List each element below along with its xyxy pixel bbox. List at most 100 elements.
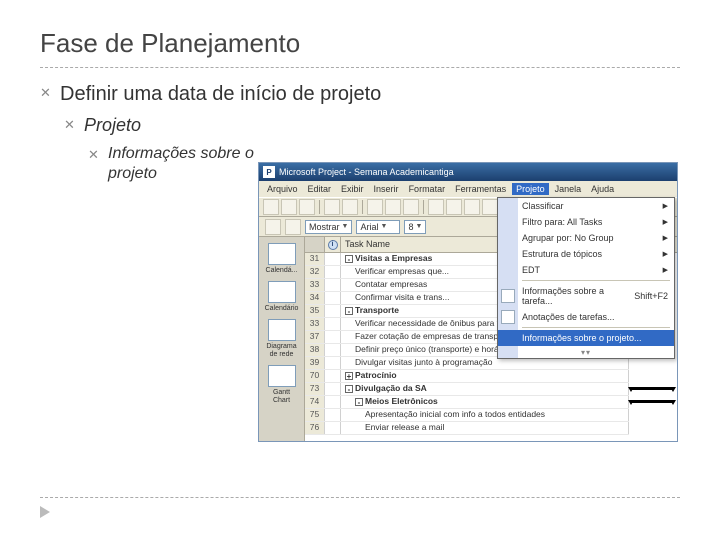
view-label: Gantt Chart: [265, 389, 299, 405]
cell-indicator: [325, 279, 341, 291]
cell-task-name[interactable]: Enviar release a mail: [341, 422, 629, 434]
menu-item[interactable]: Anotações de tarefas...: [498, 309, 674, 325]
submenu-arrow-icon: ▶: [663, 234, 668, 242]
cell-indicator: [325, 266, 341, 278]
view-bar[interactable]: Calendá... Calendário Diagrama de rede Gant…: [259, 237, 305, 441]
menu-item-label: Agrupar por: No Group: [522, 233, 614, 243]
projeto-menu-dropdown[interactable]: Classificar▶Filtro para: All Tasks▶Agrup…: [497, 197, 675, 359]
view-icon: [268, 319, 296, 341]
slide-title: Fase de Planejamento: [40, 28, 680, 59]
toolbar-btn[interactable]: [446, 199, 462, 215]
cell-id: 31: [305, 253, 325, 265]
show-combo[interactable]: Mostrar▼: [305, 220, 352, 234]
footer-divider: [40, 497, 680, 498]
menu-janela[interactable]: Janela: [551, 183, 586, 195]
toolbar-btn[interactable]: [403, 199, 419, 215]
cell-task-name[interactable]: +Patrocínio: [341, 370, 629, 382]
cell-indicator: [325, 253, 341, 265]
toolbar-btn[interactable]: [263, 199, 279, 215]
cell-task-name[interactable]: -Divulgação da SA: [341, 383, 629, 395]
menu-formatar[interactable]: Formatar: [405, 183, 450, 195]
outline-toggle-icon[interactable]: -: [355, 398, 363, 406]
toolbar-btn[interactable]: [385, 199, 401, 215]
toolbar-btn[interactable]: [428, 199, 444, 215]
fontsize-combo[interactable]: 8▼: [404, 220, 426, 234]
corner-triangle-icon: [40, 506, 50, 518]
toolbar-btn[interactable]: [464, 199, 480, 215]
toolbar-btn[interactable]: [482, 199, 498, 215]
col-indicator[interactable]: i: [325, 237, 341, 252]
col-id[interactable]: [305, 237, 325, 252]
table-row[interactable]: 70+Patrocínio: [305, 370, 629, 383]
menu-item[interactable]: Estrutura de tópicos▶: [498, 246, 674, 262]
view-button[interactable]: Calendá...: [265, 243, 299, 275]
font-combo[interactable]: Arial▼: [356, 220, 400, 234]
menu-exibir[interactable]: Exibir: [337, 183, 368, 195]
submenu-arrow-icon: ▶: [663, 202, 668, 210]
table-row[interactable]: 75Apresentação inicial com info a todos …: [305, 409, 629, 422]
toolbar-btn[interactable]: [342, 199, 358, 215]
table-row[interactable]: 76 Enviar release a mail: [305, 422, 629, 435]
gantt-summary-bar: [631, 387, 673, 390]
cell-indicator: [325, 318, 341, 330]
view-button[interactable]: Gantt Chart: [265, 365, 299, 405]
bullet-glyph-2: ✕: [64, 114, 74, 136]
cell-indicator: [325, 305, 341, 317]
toolbar-btn[interactable]: [281, 199, 297, 215]
outline-toggle-icon[interactable]: -: [345, 255, 353, 263]
toolbar-btn[interactable]: [285, 219, 301, 235]
table-row[interactable]: 73-Divulgação da SA: [305, 383, 629, 396]
view-button[interactable]: Calendário: [265, 281, 299, 313]
menu-bar[interactable]: ArquivoEditarExibirInserirFormatarFerram…: [259, 181, 677, 197]
toolbar-btn[interactable]: [265, 219, 281, 235]
cell-indicator: [325, 409, 341, 421]
cell-indicator: [325, 344, 341, 356]
toolbar-sep: [362, 200, 363, 214]
menu-item[interactable]: EDT▶: [498, 262, 674, 278]
toolbar-btn[interactable]: [367, 199, 383, 215]
view-label: Calendário: [265, 305, 299, 313]
menu-inserir[interactable]: Inserir: [370, 183, 403, 195]
msproject-window: P Microsoft Project - Semana Academicant…: [258, 162, 678, 442]
cell-id: 76: [305, 422, 325, 434]
menu-arquivo[interactable]: Arquivo: [263, 183, 302, 195]
toolbar-btn[interactable]: [299, 199, 315, 215]
menu-item-shortcut: Shift+F2: [634, 291, 668, 301]
cell-indicator: [325, 331, 341, 343]
submenu-arrow-icon: ▶: [663, 250, 668, 258]
menu-ajuda[interactable]: Ajuda: [587, 183, 618, 195]
window-titlebar[interactable]: P Microsoft Project - Semana Academicant…: [259, 163, 677, 181]
menu-expand[interactable]: ▾▾: [498, 346, 674, 358]
toolbar-btn[interactable]: [324, 199, 340, 215]
cell-indicator: [325, 370, 341, 382]
chevron-down-icon: ▾▾: [581, 348, 591, 357]
outline-toggle-icon[interactable]: -: [345, 385, 353, 393]
menu-separator: [522, 280, 670, 281]
show-label: Mostrar: [309, 222, 340, 232]
menu-item[interactable]: Classificar▶: [498, 198, 674, 214]
outline-toggle-icon[interactable]: -: [345, 307, 353, 315]
cell-id: 32: [305, 266, 325, 278]
menu-item[interactable]: Filtro para: All Tasks ▶: [498, 214, 674, 230]
menu-item[interactable]: Agrupar por: No Group ▶: [498, 230, 674, 246]
menu-editar[interactable]: Editar: [304, 183, 336, 195]
cell-id: 34: [305, 292, 325, 304]
cell-task-name[interactable]: Apresentação inicial com info a todos en…: [341, 409, 629, 421]
menu-item-label: Filtro para: All Tasks: [522, 217, 602, 227]
window-title: Microsoft Project - Semana Academicantig…: [279, 167, 454, 177]
bullet-level-2: ✕ Projeto: [64, 114, 680, 136]
bullet-1-text: Definir uma data de início de projeto: [60, 82, 381, 106]
cell-indicator: [325, 422, 341, 434]
menu-projeto[interactable]: Projeto: [512, 183, 549, 195]
table-row[interactable]: 74-Meios Eletrônicos: [305, 396, 629, 409]
view-button[interactable]: Diagrama de rede: [265, 319, 299, 359]
menu-item[interactable]: Informações sobre o projeto...: [498, 330, 674, 346]
submenu-arrow-icon: ▶: [663, 218, 668, 226]
view-icon: [268, 243, 296, 265]
menu-item[interactable]: Informações sobre a tarefa...Shift+F2: [498, 283, 674, 309]
menu-ferramentas[interactable]: Ferramentas: [451, 183, 510, 195]
outline-toggle-icon[interactable]: +: [345, 372, 353, 380]
menu-item-label: EDT: [522, 265, 540, 275]
cell-indicator: [325, 383, 341, 395]
cell-task-name[interactable]: -Meios Eletrônicos: [341, 396, 629, 408]
